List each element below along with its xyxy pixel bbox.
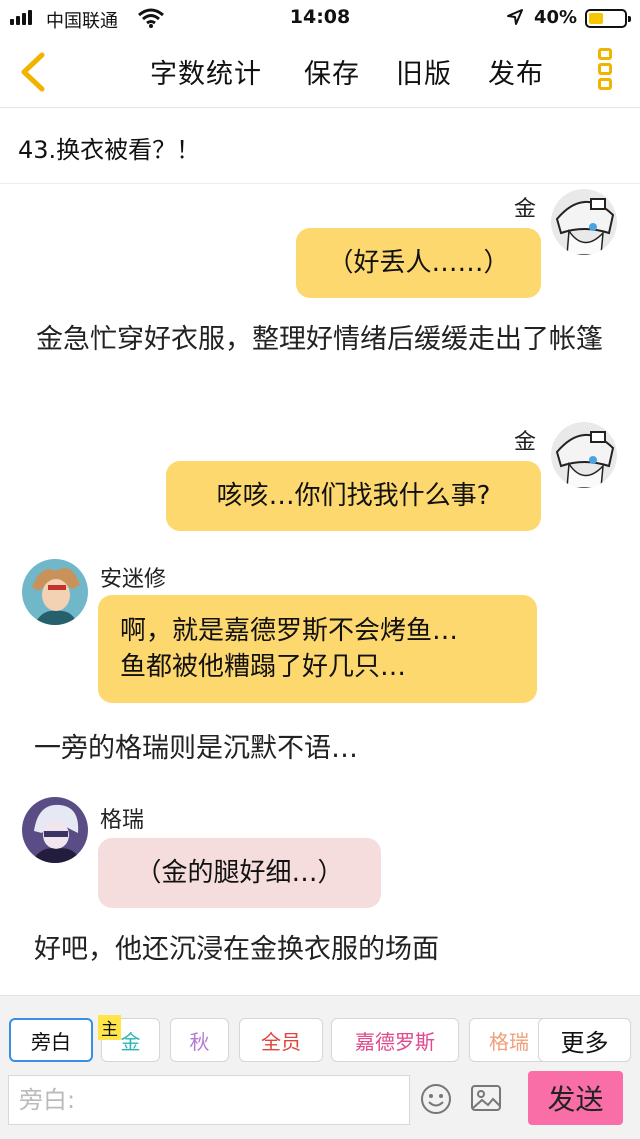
role-chip-gerui[interactable]: 格瑞 bbox=[469, 1018, 549, 1062]
avatar-anmixiu-image bbox=[22, 559, 88, 625]
battery-percent: 40% bbox=[534, 7, 578, 28]
role-chip-qiu[interactable]: 秋 bbox=[170, 1018, 229, 1062]
role-chip-label: 旁白 bbox=[31, 1029, 71, 1054]
narration-text[interactable]: 一旁的格瑞则是沉默不语… bbox=[34, 732, 606, 766]
speaker-name: 金 bbox=[514, 197, 537, 222]
location-arrow-icon bbox=[507, 9, 523, 25]
chat-bubble[interactable]: 咳咳…你们找我什么事? bbox=[166, 461, 541, 531]
role-chip-label: 金 bbox=[120, 1029, 141, 1054]
chat-bubble[interactable]: （好丢人……） bbox=[296, 228, 541, 298]
chat-bubble-text: （好丢人……） bbox=[327, 248, 510, 278]
avatar[interactable] bbox=[22, 559, 88, 625]
input-bar: 发送 bbox=[0, 1071, 640, 1139]
speaker-name: 安迷修 bbox=[100, 567, 167, 592]
battery-icon bbox=[585, 9, 631, 28]
speaker-name: 金 bbox=[514, 430, 537, 455]
editor-toolbar: 字数统计 保存 旧版 发布 bbox=[0, 36, 640, 108]
avatar[interactable] bbox=[551, 422, 617, 488]
chat-bubble-text: 咳咳…你们找我什么事? bbox=[216, 481, 491, 511]
chat-content: 金 （好丢人……） 金急忙穿好衣服，整理好情绪后缓缓走出了帐篷 金 咳咳…你们找… bbox=[0, 185, 640, 995]
chevron-left-icon[interactable] bbox=[14, 50, 54, 94]
avatar-jin-image bbox=[551, 189, 617, 255]
avatar[interactable] bbox=[22, 797, 88, 863]
emoji-icon[interactable] bbox=[420, 1083, 452, 1115]
save-button[interactable]: 保存 bbox=[304, 52, 360, 91]
publish-button[interactable]: 发布 bbox=[488, 52, 544, 91]
role-chip-label: 格瑞 bbox=[489, 1029, 529, 1054]
role-chip-all[interactable]: 全员 bbox=[239, 1018, 323, 1062]
main-role-badge: 主 bbox=[98, 1015, 121, 1040]
message-input[interactable] bbox=[8, 1075, 410, 1125]
narration-text[interactable]: 金急忙穿好衣服，整理好情绪后缓缓走出了帐篷 bbox=[36, 323, 608, 357]
chat-bubble-text: （金的腿好细…） bbox=[135, 858, 344, 888]
role-chip-label: 嘉德罗斯 bbox=[355, 1029, 435, 1054]
role-chip-narrator[interactable]: 旁白 bbox=[9, 1018, 93, 1062]
word-count-button[interactable]: 字数统计 bbox=[150, 52, 262, 91]
chat-bubble[interactable]: （金的腿好细…） bbox=[98, 838, 381, 908]
chapter-title-bar[interactable]: 43.换衣被看？！ bbox=[0, 108, 640, 184]
more-roles-button[interactable]: 更多 bbox=[538, 1018, 631, 1062]
send-button[interactable]: 发送 bbox=[528, 1071, 623, 1125]
narration-text[interactable]: 好吧，他还沉浸在金换衣服的场面 bbox=[34, 933, 606, 967]
chat-bubble-line: 鱼都被他糟蹋了好几只… bbox=[120, 652, 407, 682]
image-icon[interactable] bbox=[470, 1083, 502, 1113]
avatar-gerui-image bbox=[22, 797, 88, 863]
status-bar: 中国联通 14:08 40% bbox=[0, 0, 640, 36]
role-chip-jiadeluosi[interactable]: 嘉德罗斯 bbox=[331, 1018, 459, 1062]
role-selector: 旁白 主 金 秋 全员 嘉德罗斯 格瑞 更多 bbox=[0, 995, 640, 1071]
speaker-name: 格瑞 bbox=[100, 808, 145, 833]
chat-bubble[interactable]: 啊，就是嘉德罗斯不会烤鱼… 鱼都被他糟蹋了好几只… bbox=[98, 595, 537, 703]
chapter-title: 43.换衣被看？！ bbox=[18, 136, 201, 164]
old-version-button[interactable]: 旧版 bbox=[396, 52, 452, 91]
vertical-dots-icon[interactable] bbox=[596, 48, 614, 96]
role-chip-label: 秋 bbox=[189, 1029, 210, 1054]
chat-bubble-line: 啊，就是嘉德罗斯不会烤鱼… bbox=[120, 616, 459, 646]
role-chip-label: 更多 bbox=[560, 1028, 609, 1057]
role-chip-label: 全员 bbox=[261, 1029, 301, 1054]
avatar-jin-image bbox=[551, 422, 617, 488]
role-chip-jin[interactable]: 主 金 bbox=[98, 1015, 160, 1062]
avatar[interactable] bbox=[551, 189, 617, 255]
